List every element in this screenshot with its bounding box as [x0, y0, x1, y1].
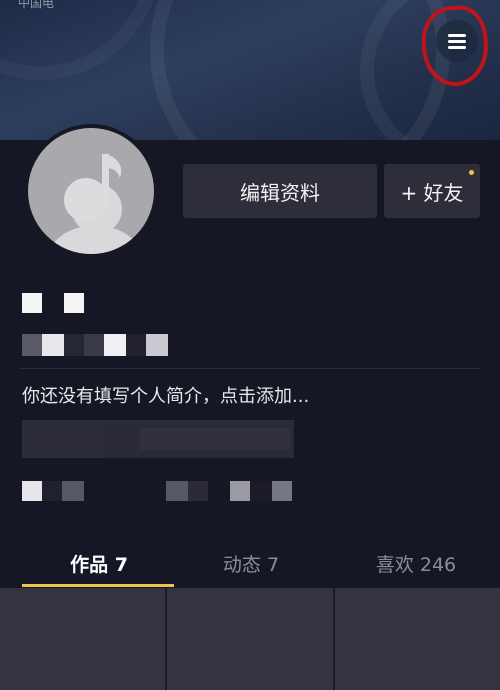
bio-text[interactable]: 你还没有填写个人简介，点击添加... [22, 382, 309, 408]
active-tab-indicator [22, 584, 174, 587]
add-friend-label: + 好友 [400, 180, 464, 205]
status-bar-text: 中国电 [18, 0, 55, 10]
profile-tabs: 作品 7 动态 7 喜欢 246 [0, 536, 500, 588]
cover-pattern [0, 0, 160, 80]
profile-cover: 中国电 [0, 0, 500, 140]
notification-dot [469, 170, 474, 175]
add-friend-button[interactable]: + 好友 [384, 164, 480, 218]
video-thumbnail[interactable] [334, 588, 500, 690]
video-grid [0, 588, 500, 690]
tab-likes[interactable]: 喜欢 246 [336, 550, 496, 577]
avatar[interactable] [24, 124, 158, 258]
edit-profile-button[interactable]: 编辑资料 [183, 164, 377, 218]
tab-works[interactable]: 作品 7 [19, 550, 179, 577]
video-thumbnail[interactable] [0, 588, 166, 690]
tab-moments[interactable]: 动态 7 [171, 550, 331, 577]
video-thumbnail[interactable] [167, 588, 333, 690]
edit-profile-label: 编辑资料 [240, 180, 320, 205]
divider [20, 368, 480, 369]
music-note-icon [64, 154, 122, 222]
